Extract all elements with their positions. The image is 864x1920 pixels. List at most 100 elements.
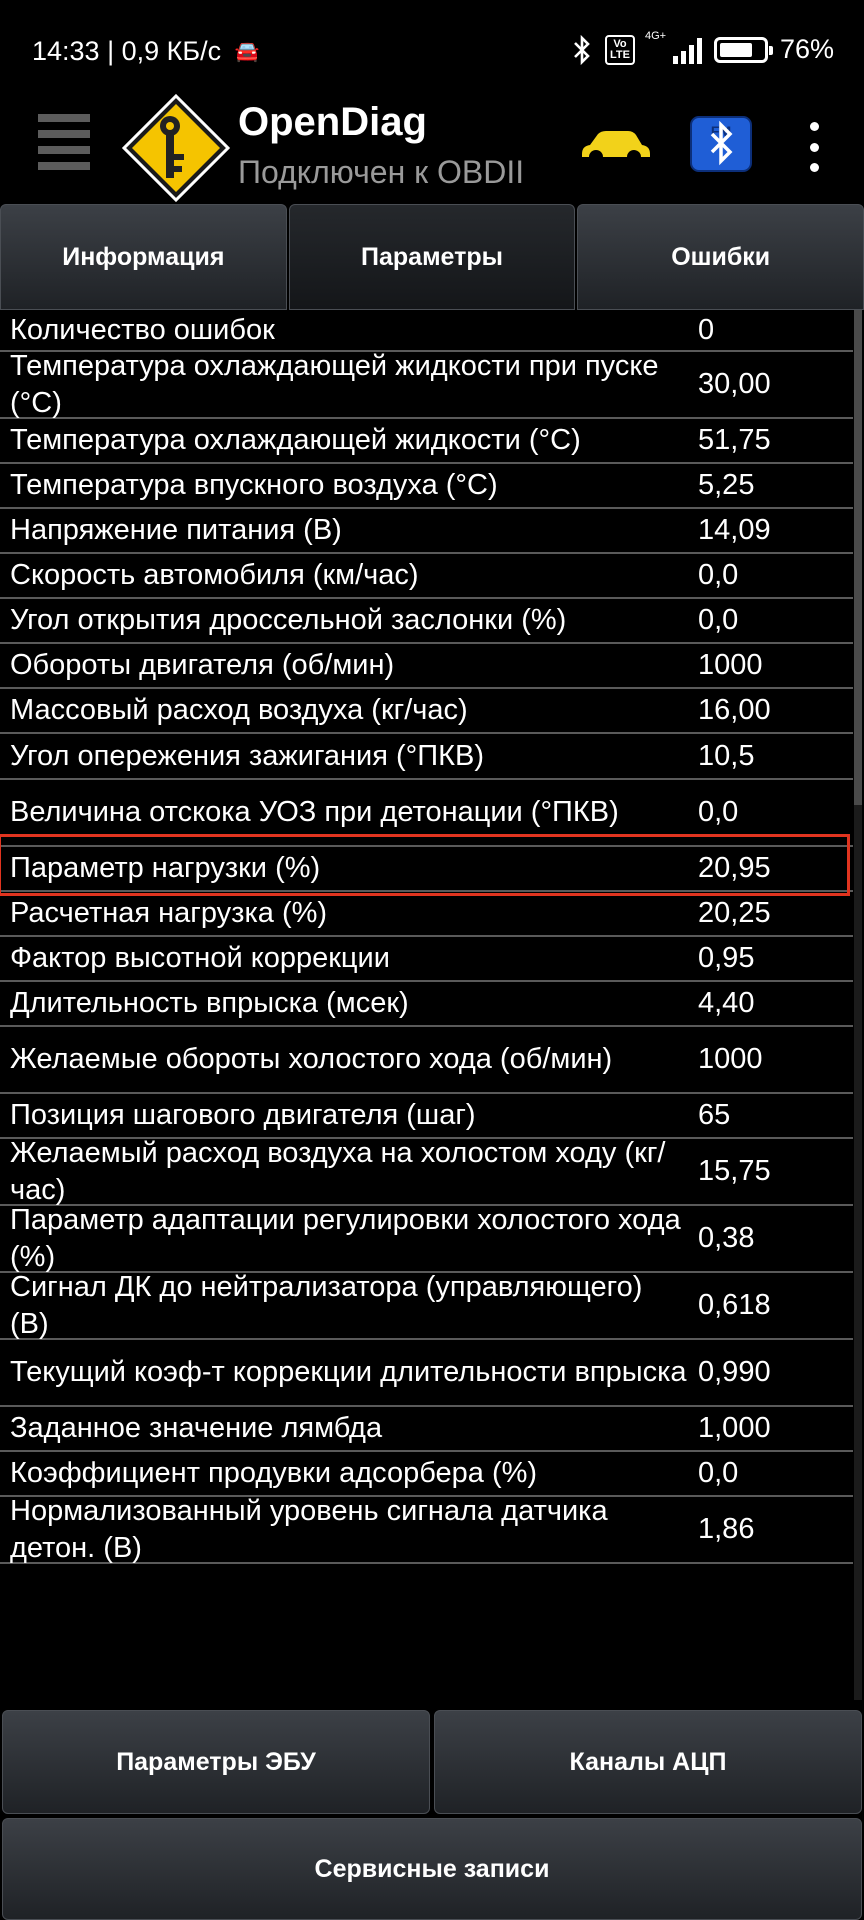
parameter-row[interactable]: Нормализованный уровень сигнала датчика … xyxy=(0,1495,853,1564)
network-type: 4G+ xyxy=(644,29,667,42)
parameter-row[interactable]: Температура охлаждающей жидкости при пус… xyxy=(0,350,853,419)
parameter-row[interactable]: Длительность впрыска (мсек) 4,40 xyxy=(0,982,853,1027)
battery-percent: 76% xyxy=(779,34,834,64)
parameter-row[interactable]: Параметр адаптации регулировки холостого… xyxy=(0,1204,853,1273)
status-time: 14:33 xyxy=(32,36,100,66)
adc-channels-button[interactable]: Каналы АЦП xyxy=(434,1710,862,1814)
scrollbar-thumb[interactable] xyxy=(854,310,862,805)
parameter-name: Расчетная нагрузка (%) xyxy=(10,897,328,929)
parameter-row[interactable]: Текущий коэф-т коррекции длительности вп… xyxy=(0,1340,853,1407)
parameter-row[interactable]: Угол открытия дроссельной заслонки (%) 0,… xyxy=(0,599,853,644)
parameter-row[interactable]: Параметр нагрузки (%) 20,95 xyxy=(0,847,853,892)
car-mode-icon: 🚘 xyxy=(234,41,260,63)
parameter-value: 1000 xyxy=(698,649,763,681)
parameter-value: 4,40 xyxy=(698,987,755,1019)
parameter-name: Позиция шагового двигателя (шаг) xyxy=(10,1099,476,1131)
menu-icon[interactable] xyxy=(38,114,90,170)
tab-parameters[interactable]: Параметры xyxy=(288,204,576,310)
car-icon[interactable] xyxy=(578,126,652,166)
parameter-value: 20,95 xyxy=(698,852,771,884)
parameter-row[interactable]: Количество ошибок 0 xyxy=(0,310,853,352)
parameter-row[interactable]: Обороты двигателя (об/мин) 1000 xyxy=(0,644,853,689)
bluetooth-icon xyxy=(574,34,590,65)
tab-bar: Информация Параметры Ошибки xyxy=(0,204,864,310)
parameter-value: 0,0 xyxy=(698,796,739,828)
parameter-value: 1,000 xyxy=(698,1412,771,1444)
parameter-name: Параметр адаптации регулировки холостого… xyxy=(10,1203,681,1273)
status-left: 14:33 | 0,9 КБ/с 🚘 xyxy=(32,36,260,66)
parameter-name: Текущий коэф-т коррекции длительности вп… xyxy=(10,1356,687,1388)
parameter-row[interactable]: Напряжение питания (В) 14,09 xyxy=(0,509,853,554)
parameter-value: 5,25 xyxy=(698,469,755,501)
parameter-value: 1,86 xyxy=(698,1513,755,1545)
parameter-value: 65 xyxy=(698,1099,731,1131)
connection-status: Подключен к OBDII xyxy=(238,154,525,190)
parameter-value: 0,0 xyxy=(698,1457,739,1489)
parameter-row[interactable]: Коэффициент продувки адсорбера (%) 0,0 xyxy=(0,1452,853,1497)
parameter-row[interactable]: Позиция шагового двигателя (шаг) 65 xyxy=(0,1094,853,1139)
parameter-name: Количество ошибок xyxy=(10,313,275,346)
app-bar: OpenDiag Подключен к OBDII FM xyxy=(0,93,864,203)
parameter-name: Фактор высотной коррекции xyxy=(10,942,390,974)
parameter-row[interactable]: Желаемый расход воздуха на холостом ходу… xyxy=(0,1137,853,1206)
parameter-row[interactable]: Расчетная нагрузка (%) 20,25 xyxy=(0,892,853,937)
parameter-value: 10,5 xyxy=(698,739,755,772)
signal-icon: 4G+ xyxy=(645,30,702,64)
parameter-name: Величина отскока УОЗ при детонации (°ПКВ… xyxy=(10,796,619,828)
ecu-parameters-button[interactable]: Параметры ЭБУ xyxy=(2,1710,430,1814)
parameter-name: Массовый расход воздуха (кг/час) xyxy=(10,694,468,726)
parameter-row[interactable]: Фактор высотной коррекции 0,95 xyxy=(0,937,853,982)
parameter-name: Параметр нагрузки (%) xyxy=(10,852,321,884)
parameter-value: 0,990 xyxy=(698,1356,771,1388)
parameter-row[interactable]: Желаемые обороты холостого хода (об/мин)… xyxy=(0,1027,853,1094)
parameter-row[interactable]: Температура впускного воздуха (°C) 5,25 xyxy=(0,464,853,509)
parameter-row[interactable]: Угол опережения зажигания (°ПКВ) 10,5 xyxy=(0,734,853,780)
bluetooth-fm-icon[interactable]: FM xyxy=(690,116,752,172)
parameter-value: 0,0 xyxy=(698,559,739,591)
parameter-value: 14,09 xyxy=(698,514,771,546)
tab-info[interactable]: Информация xyxy=(0,204,287,310)
parameter-name: Нормализованный уровень сигнала датчика … xyxy=(10,1494,608,1564)
opendiag-logo xyxy=(121,93,231,203)
parameter-value: 30,00 xyxy=(698,368,771,400)
status-bar: 14:33 | 0,9 КБ/с 🚘 Vo LTE 4G+ 76% xyxy=(0,0,864,100)
parameter-name: Сигнал ДК до нейтрализатора (управляющег… xyxy=(10,1270,643,1340)
parameter-row[interactable]: Заданное значение лямбда 1,000 xyxy=(0,1407,853,1452)
parameter-name: Угол открытия дроссельной заслонки (%) xyxy=(10,604,567,636)
parameter-value: 0,0 xyxy=(698,604,739,636)
app-title: OpenDiag xyxy=(238,100,427,144)
parameter-name: Желаемый расход воздуха на холостом ходу… xyxy=(10,1136,666,1206)
parameter-name: Скорость автомобиля (км/час) xyxy=(10,559,419,591)
parameter-value: 0,618 xyxy=(698,1289,771,1321)
parameter-name: Напряжение питания (В) xyxy=(10,514,342,546)
parameter-row[interactable]: Величина отскока УОЗ при детонации (°ПКВ… xyxy=(0,780,853,847)
parameter-value: 0,38 xyxy=(698,1222,755,1254)
parameter-value: 20,25 xyxy=(698,897,771,929)
volte-icon: Vo LTE xyxy=(604,34,635,65)
parameter-value: 51,75 xyxy=(698,424,771,456)
parameter-name: Длительность впрыска (мсек) xyxy=(10,987,409,1019)
status-right: Vo LTE 4G+ 76% xyxy=(571,30,834,65)
parameter-name: Температура охлаждающей жидкости при пус… xyxy=(10,349,659,419)
parameter-value: 15,75 xyxy=(698,1155,771,1187)
parameter-name: Заданное значение лямбда xyxy=(10,1412,383,1444)
parameter-list[interactable]: Количество ошибок 0 Температура охлаждающе… xyxy=(0,310,853,1564)
parameter-name: Температура впускного воздуха (°C) xyxy=(10,469,498,501)
service-records-button[interactable]: Сервисные записи xyxy=(2,1818,862,1920)
parameter-name: Обороты двигателя (об/мин) xyxy=(10,649,395,681)
parameter-row[interactable]: Скорость автомобиля (км/час) 0,0 xyxy=(0,554,853,599)
parameter-row[interactable]: Сигнал ДК до нейтрализатора (управляющег… xyxy=(0,1271,853,1340)
parameter-row[interactable]: Температура охлаждающей жидкости (°C) 51,… xyxy=(0,419,853,464)
parameter-name: Коэффициент продувки адсорбера (%) xyxy=(10,1457,538,1489)
network-speed: 0,9 КБ/с xyxy=(121,36,222,66)
parameter-value: 1000 xyxy=(698,1043,763,1075)
parameter-name: Угол опережения зажигания (°ПКВ) xyxy=(10,739,484,772)
parameter-name: Температура охлаждающей жидкости (°C) xyxy=(10,424,581,456)
parameter-value: 16,00 xyxy=(698,694,771,726)
battery-icon xyxy=(713,36,773,63)
parameter-value: 0 xyxy=(698,313,715,346)
overflow-menu-icon[interactable] xyxy=(806,122,822,172)
scrollbar[interactable] xyxy=(854,310,862,1700)
tab-errors[interactable]: Ошибки xyxy=(577,204,864,310)
parameter-row[interactable]: Массовый расход воздуха (кг/час) 16,00 xyxy=(0,689,853,734)
